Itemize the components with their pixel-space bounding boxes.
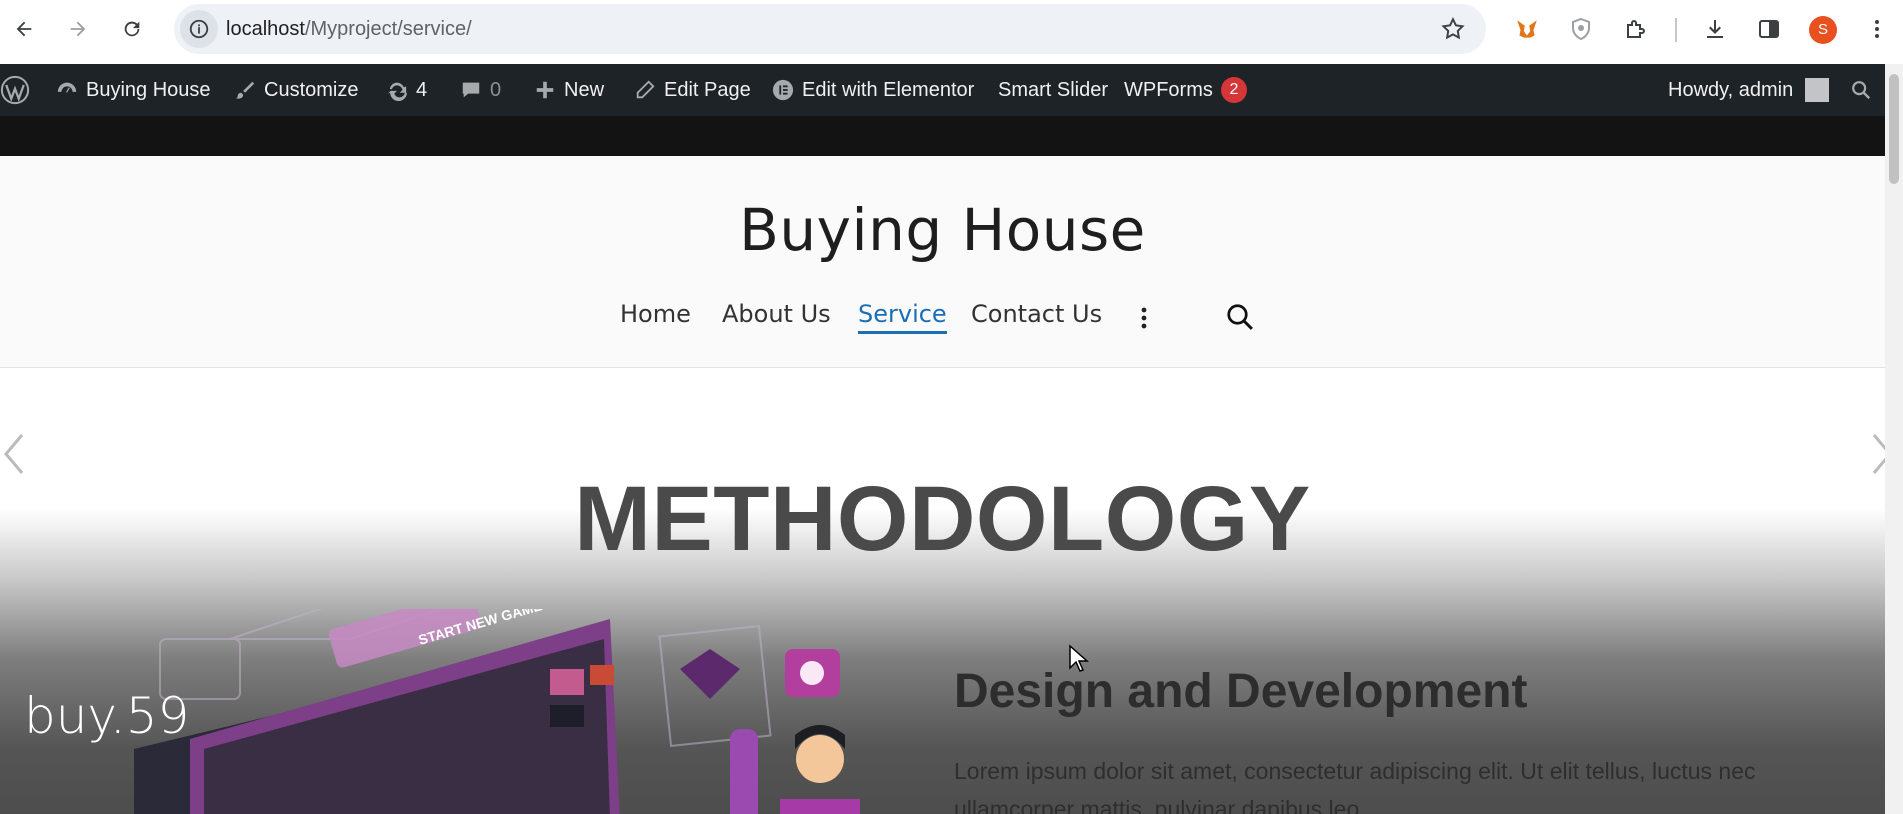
adminbar-site-name[interactable]: Buying House <box>56 64 211 116</box>
browser-menu-icon[interactable] <box>1862 14 1892 44</box>
info-icon <box>189 19 209 39</box>
adminbar-comments[interactable]: 0 <box>460 64 501 116</box>
edit-page-label: Edit Page <box>664 78 751 101</box>
adminbar-new[interactable]: New <box>534 64 604 116</box>
address-bar[interactable]: localhost/Myproject/service/ <box>174 4 1486 54</box>
metamask-extension-icon[interactable] <box>1512 14 1542 44</box>
adminbar-updates[interactable]: 4 <box>386 64 427 116</box>
site-header: Buying House Home About Us Service Conta… <box>0 156 1885 368</box>
reload-icon <box>124 21 140 37</box>
search-icon <box>1852 81 1871 100</box>
comments-count: 0 <box>490 78 502 101</box>
paintbrush-icon <box>235 81 255 99</box>
forward-button[interactable] <box>62 13 94 45</box>
arrow-right-icon <box>70 21 86 37</box>
scrollbar-thumb[interactable] <box>1889 74 1899 184</box>
bookmark-star-icon[interactable] <box>1440 16 1466 42</box>
menu-item-about-us[interactable]: About Us <box>722 300 831 328</box>
plus-icon <box>536 81 554 99</box>
wp-admin-bar: Buying House Customize 4 0 New Edit Page… <box>0 64 1885 116</box>
adminbar-my-account[interactable]: Howdy, admin <box>1668 64 1830 116</box>
mouse-cursor-icon <box>1069 644 1089 672</box>
slide-caption: buy.59 <box>24 687 190 745</box>
site-title[interactable]: Buying House <box>0 196 1885 264</box>
browser-toolbar: localhost/Myproject/service/ S <box>0 0 1903 64</box>
extensions-puzzle-icon[interactable] <box>1620 14 1650 44</box>
methodology-heading: METHODOLOGY <box>574 468 1311 570</box>
updates-icon <box>387 82 407 101</box>
profile-avatar[interactable]: S <box>1809 16 1837 44</box>
site-search-icon[interactable] <box>1225 302 1255 332</box>
menu-item-home[interactable]: Home <box>620 300 691 328</box>
header-top-strip <box>0 116 1885 156</box>
site-name-label: Buying House <box>86 78 211 101</box>
back-button[interactable] <box>8 13 40 45</box>
reload-button[interactable] <box>116 13 148 45</box>
wordpress-logo-icon[interactable] <box>0 64 30 116</box>
adminbar-edit-elementor[interactable]: Edit with Elementor <box>772 64 974 116</box>
adminbar-search[interactable] <box>1850 64 1872 116</box>
edit-elementor-label: Edit with Elementor <box>802 78 975 101</box>
customize-label: Customize <box>264 78 359 101</box>
hero-slider: METHODOLOGY START NEW GAME buy.59 Design… <box>0 369 1885 814</box>
side-panel-icon[interactable] <box>1754 14 1784 44</box>
dashboard-icon <box>57 82 77 93</box>
more-menu-icon[interactable] <box>1140 306 1148 330</box>
arrow-left-icon <box>16 21 32 37</box>
howdy-label: Howdy, admin <box>1668 78 1794 101</box>
url-path: /Myproject/service/ <box>304 18 472 40</box>
primary-menu: Home About Us Service Contact Us <box>0 300 1885 340</box>
url-host: localhost <box>226 18 305 40</box>
url-text[interactable]: localhost/Myproject/service/ <box>226 4 472 54</box>
wpforms-label: WPForms <box>1124 78 1213 101</box>
menu-item-service[interactable]: Service <box>858 300 947 334</box>
smart-slider-label: Smart Slider <box>998 78 1109 101</box>
site-info-button[interactable] <box>180 10 218 48</box>
downloads-icon[interactable] <box>1700 14 1730 44</box>
elementor-icon <box>772 79 794 101</box>
new-label: New <box>564 78 605 101</box>
game-dev-illustration: START NEW GAME <box>134 609 860 814</box>
hero-paragraph: Lorem ipsum dolor sit amet, consectetur … <box>954 758 1756 814</box>
adminbar-customize[interactable]: Customize <box>234 64 358 116</box>
pencil-icon <box>636 80 655 99</box>
comment-icon <box>462 82 480 98</box>
shield-extension-icon[interactable] <box>1566 14 1596 44</box>
toolbar-separator <box>1675 18 1677 42</box>
adminbar-smart-slider[interactable]: Smart Slider <box>998 64 1108 116</box>
wpforms-badge: 2 <box>1220 77 1247 103</box>
user-avatar <box>1805 78 1830 102</box>
adminbar-wpforms[interactable]: WPForms 2 <box>1124 64 1247 116</box>
design-development-heading: Design and Development <box>954 665 1528 718</box>
menu-item-contact-us[interactable]: Contact Us <box>971 300 1102 328</box>
page-scrollbar[interactable] <box>1885 64 1903 814</box>
adminbar-edit-page[interactable]: Edit Page <box>634 64 751 116</box>
updates-count: 4 <box>416 78 428 101</box>
